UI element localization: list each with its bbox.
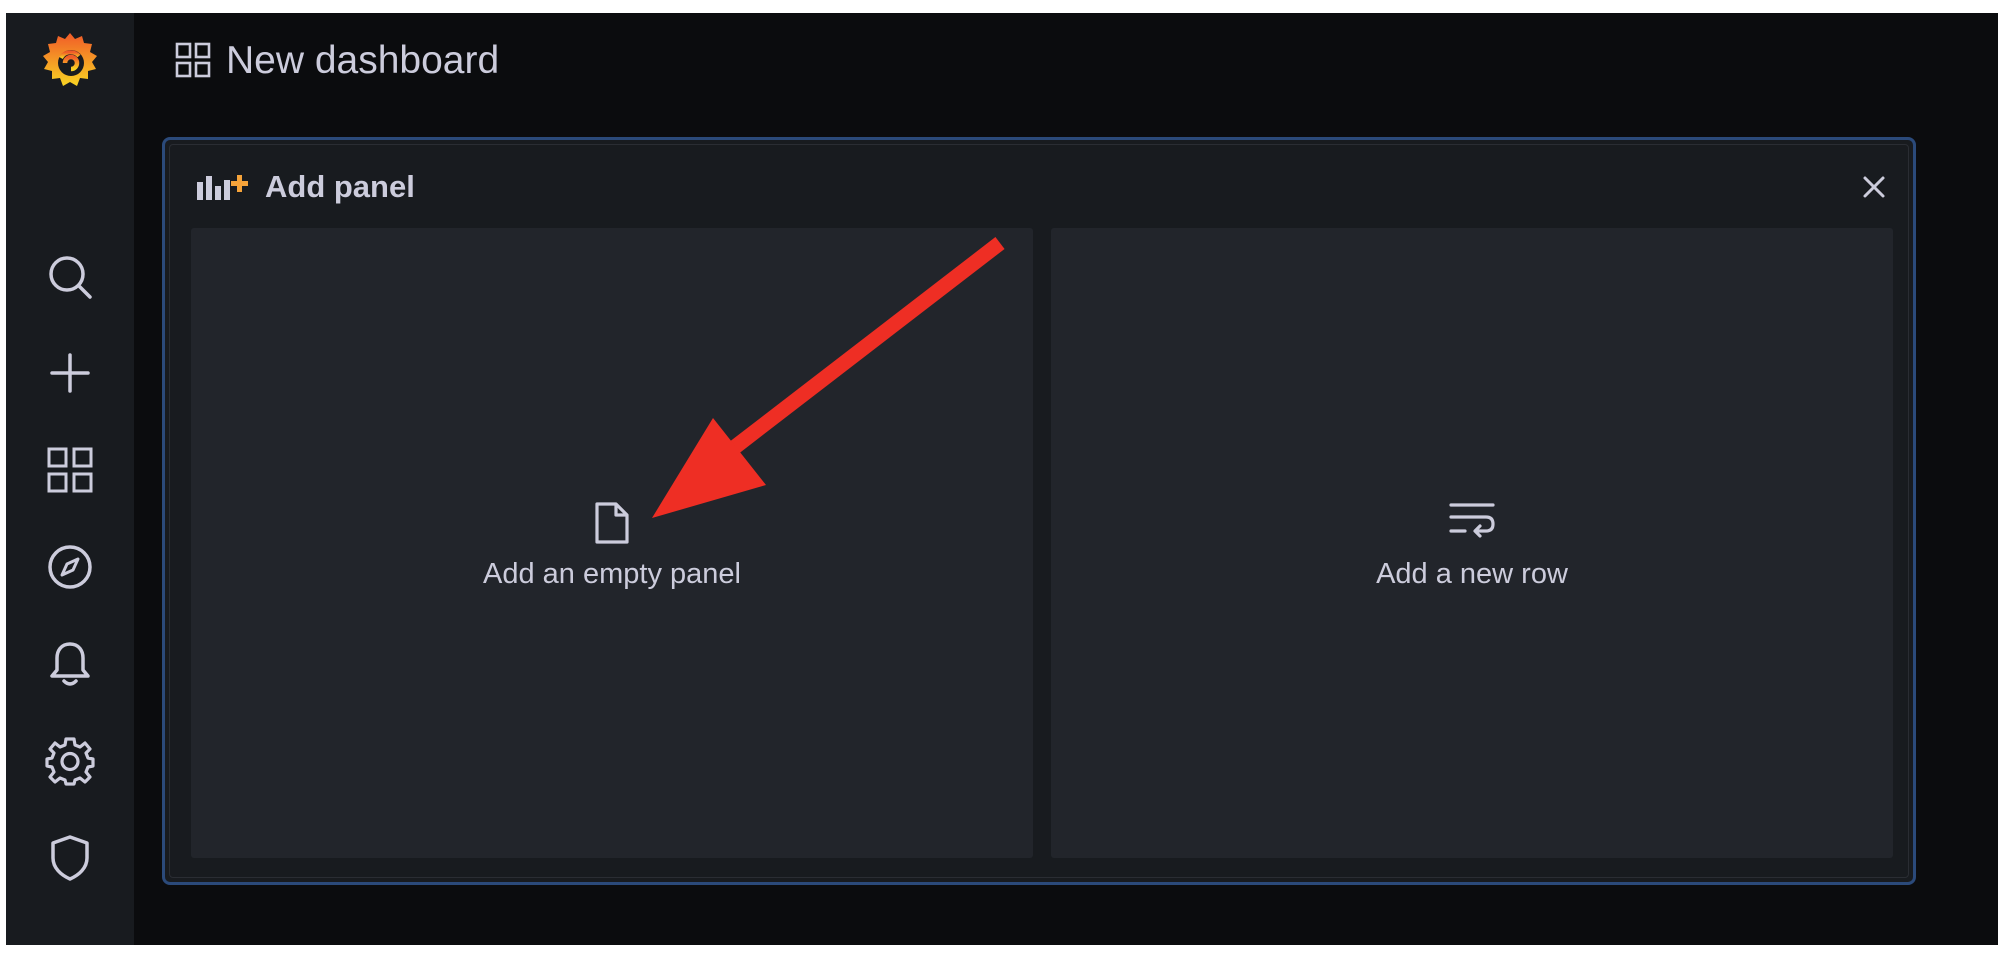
search-icon xyxy=(49,256,92,299)
grafana-logo-button[interactable] xyxy=(6,21,134,101)
bell-icon xyxy=(50,642,90,686)
file-blank-icon xyxy=(595,502,629,544)
dashboard-title[interactable]: New dashboard xyxy=(226,35,499,87)
plus-icon xyxy=(50,353,90,393)
nav-search[interactable] xyxy=(6,237,134,317)
nav-explore[interactable] xyxy=(6,527,134,607)
add-panel-widget: Add panel Add an empty panel Add a new r… xyxy=(162,137,1916,885)
nav-create[interactable] xyxy=(6,333,134,413)
wrap-text-icon xyxy=(1449,503,1495,538)
add-panel-header: Add panel xyxy=(165,140,1913,230)
shield-icon xyxy=(51,835,89,881)
close-icon[interactable] xyxy=(1861,174,1887,200)
add-new-row-label: Add a new row xyxy=(1376,558,1568,590)
add-new-row-button[interactable]: Add a new row xyxy=(1051,228,1893,858)
add-empty-panel-label: Add an empty panel xyxy=(483,558,741,590)
add-empty-panel-button[interactable]: Add an empty panel xyxy=(191,228,1033,858)
add-panel-icon xyxy=(197,175,248,200)
dashboard-nav-bar: New dashboard xyxy=(134,13,1998,109)
apps-icon xyxy=(47,447,93,493)
nav-dashboards[interactable] xyxy=(6,430,134,510)
grafana-logo xyxy=(43,33,97,86)
nav-server-admin[interactable] xyxy=(6,818,134,898)
gear-icon xyxy=(45,737,95,786)
add-panel-title: Add panel xyxy=(265,169,415,204)
nav-alerting[interactable] xyxy=(6,624,134,704)
grafana-window: New dashboard Add panel Add an empty pan… xyxy=(6,13,1998,945)
nav-configuration[interactable] xyxy=(6,721,134,801)
side-menu xyxy=(6,13,134,945)
compass-icon xyxy=(48,545,92,589)
apps-icon xyxy=(175,42,211,78)
